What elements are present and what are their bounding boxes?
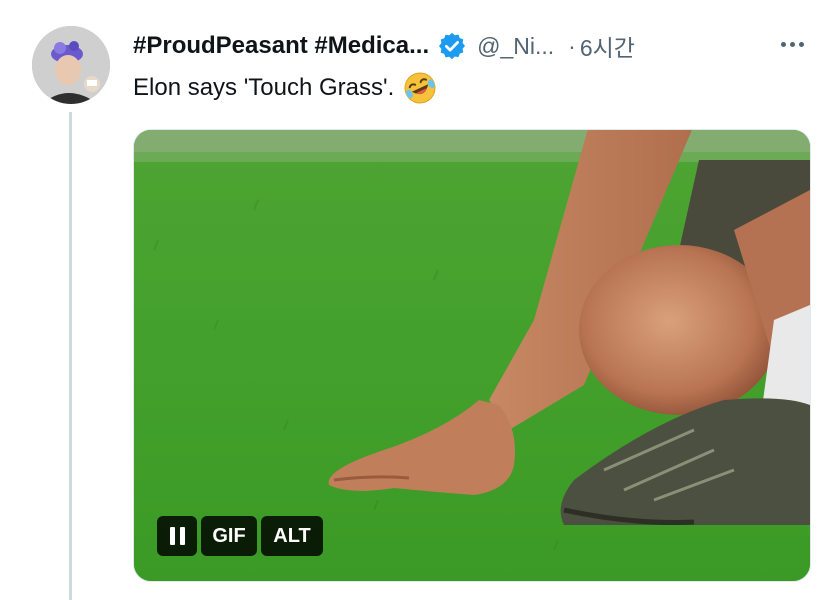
pause-button[interactable]: [157, 516, 197, 556]
thread-line: [69, 112, 72, 600]
tweet-header: #ProudPeasant #Medica... @_Ni... · 6시간: [133, 30, 635, 62]
alt-text-button[interactable]: ALT: [261, 516, 323, 556]
avatar-photo: [32, 26, 110, 104]
tweet-text: Elon says 'Touch Grass'.: [133, 70, 438, 106]
avatar[interactable]: [32, 26, 110, 104]
gif-media[interactable]: [133, 129, 811, 582]
gif-badge[interactable]: GIF: [201, 516, 257, 556]
pause-icon: [169, 527, 185, 545]
gif-controls: GIF ALT: [157, 516, 323, 556]
verified-badge-icon[interactable]: [437, 31, 467, 61]
gif-frame: [134, 130, 810, 581]
rofl-emoji-icon: [402, 70, 438, 106]
more-dots-icon[interactable]: [774, 30, 810, 58]
tweet-text-content: Elon says 'Touch Grass'.: [133, 74, 395, 101]
user-handle[interactable]: @_Ni...: [477, 33, 554, 60]
display-name[interactable]: #ProudPeasant #Medica...: [133, 32, 429, 60]
separator-dot: ·: [568, 32, 576, 59]
timestamp[interactable]: 6시간: [580, 29, 635, 63]
tweet[interactable]: #ProudPeasant #Medica... @_Ni... · 6시간 E…: [0, 0, 840, 600]
